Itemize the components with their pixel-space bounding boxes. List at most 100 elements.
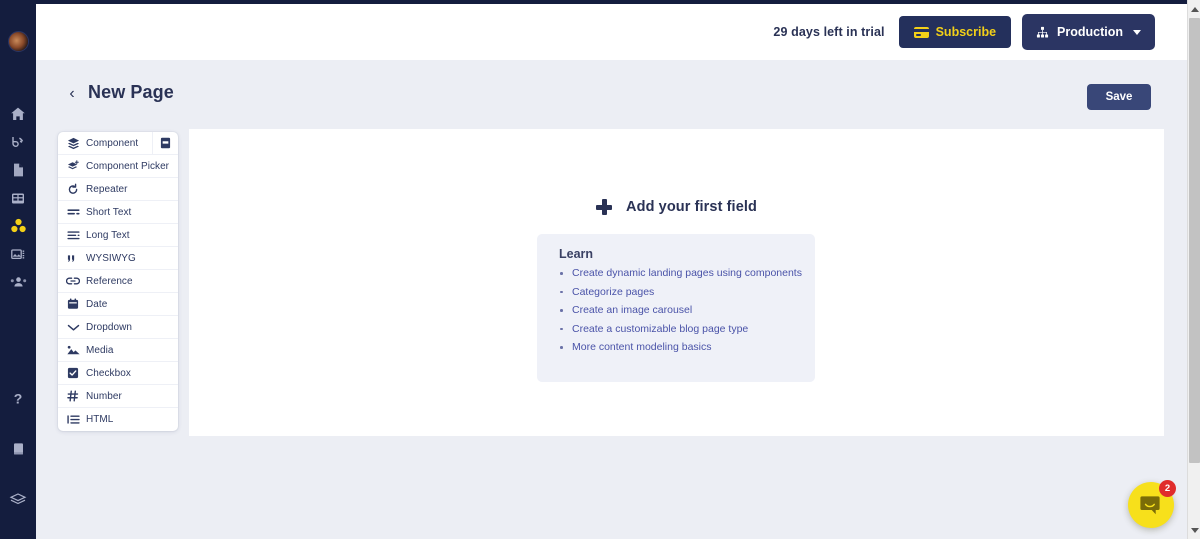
sidebar-item-pages[interactable]	[0, 156, 36, 184]
sidebar-item-home[interactable]	[0, 100, 36, 128]
chevron-down-icon	[66, 320, 80, 334]
sidebar-item-blog[interactable]	[0, 128, 36, 156]
field-type-label: Component Picker	[86, 160, 170, 172]
left-nav-rail: ?	[0, 0, 36, 539]
calendar-icon	[66, 297, 80, 311]
field-type-label: Long Text	[86, 229, 130, 241]
image-icon	[66, 343, 80, 357]
learn-link-list: Create dynamic landing pages using compo…	[559, 267, 815, 354]
list-item: More content modeling basics	[559, 341, 815, 354]
field-type-list: Component Component Picker Repeater Shor…	[58, 132, 178, 431]
scroll-down-button[interactable]	[1188, 523, 1200, 537]
list-item: Create an image carousel	[559, 304, 815, 317]
sidebar-item-media[interactable]	[0, 240, 36, 268]
field-type-date[interactable]: Date	[58, 293, 178, 316]
checkbox-icon	[66, 366, 80, 380]
field-editor-panel: Add your first field Learn Create dynami…	[189, 129, 1164, 436]
list-icon	[66, 413, 80, 427]
long-text-icon	[66, 228, 80, 242]
learn-link[interactable]: Create an image carousel	[572, 304, 692, 316]
chat-bubble-icon	[1140, 495, 1160, 514]
stack-icon	[9, 493, 27, 505]
add-first-field-button[interactable]: Add your first field	[189, 199, 1164, 215]
list-item: Categorize pages	[559, 286, 815, 299]
svg-text:?: ?	[14, 391, 23, 407]
learn-link[interactable]: Create a customizable blog page type	[572, 323, 748, 335]
field-type-number[interactable]: Number	[58, 385, 178, 408]
learn-link[interactable]: More content modeling basics	[572, 341, 712, 353]
chevron-down-icon	[1133, 29, 1141, 35]
field-type-label: Reference	[86, 275, 133, 287]
field-type-component-picker[interactable]: Component Picker	[58, 155, 178, 178]
list-item: Create a customizable blog page type	[559, 323, 815, 336]
field-type-reference[interactable]: Reference	[58, 270, 178, 293]
field-type-wysiwyg[interactable]: WYSIWYG	[58, 247, 178, 270]
field-type-label: WYSIWYG	[86, 252, 136, 264]
link-icon	[66, 274, 80, 288]
list-item: Create dynamic landing pages using compo…	[559, 267, 815, 280]
refresh-icon	[66, 182, 80, 196]
chat-unread-badge: 2	[1159, 480, 1176, 497]
component-library-button[interactable]	[152, 132, 178, 154]
hash-icon	[66, 389, 80, 403]
credit-card-icon	[913, 26, 929, 38]
learn-link[interactable]: Categorize pages	[572, 286, 654, 298]
plus-icon	[596, 199, 613, 215]
field-type-long-text[interactable]: Long Text	[58, 224, 178, 247]
sidebar-item-book[interactable]	[0, 435, 36, 463]
field-type-dropdown[interactable]: Dropdown	[58, 316, 178, 339]
field-type-label: Dropdown	[86, 321, 132, 333]
field-type-repeater[interactable]: Repeater	[58, 178, 178, 201]
field-type-short-text[interactable]: Short Text	[58, 201, 178, 224]
field-type-label: Repeater	[86, 183, 128, 195]
field-type-component[interactable]: Component	[58, 132, 178, 155]
top-header-bar: 29 days left in trial Subscribe Producti…	[36, 4, 1187, 60]
help-icon: ?	[14, 391, 23, 407]
scrollbar-thumb[interactable]	[1189, 18, 1200, 463]
sitemap-icon	[1036, 26, 1049, 38]
subscribe-button-label: Subscribe	[935, 25, 997, 39]
back-button[interactable]: ‹	[64, 83, 80, 105]
components-icon	[10, 218, 26, 233]
field-type-html[interactable]: HTML	[58, 408, 178, 431]
trial-status-text: 29 days left in trial	[773, 25, 885, 39]
field-type-label: Date	[86, 298, 108, 310]
field-type-media[interactable]: Media	[58, 339, 178, 362]
learn-title: Learn	[559, 247, 594, 261]
field-type-checkbox[interactable]: Checkbox	[58, 362, 178, 385]
chevron-up-icon	[1190, 6, 1199, 12]
scroll-up-button[interactable]	[1188, 2, 1200, 16]
field-type-label: Number	[86, 390, 122, 402]
sidebar-item-audience[interactable]	[0, 268, 36, 296]
book-icon	[13, 443, 23, 455]
book-icon	[160, 137, 171, 149]
layers-plus-icon	[66, 159, 80, 173]
environment-label: Production	[1057, 25, 1123, 39]
sidebar-item-components[interactable]	[0, 212, 36, 240]
chat-launcher-button[interactable]: 2	[1128, 480, 1176, 528]
sidebar-item-help[interactable]: ?	[0, 385, 36, 413]
subscribe-button[interactable]: Subscribe	[898, 16, 1012, 48]
page-icon	[13, 163, 23, 177]
media-icon	[11, 248, 25, 259]
learn-link[interactable]: Create dynamic landing pages using compo…	[572, 267, 802, 279]
field-type-label: Media	[86, 344, 114, 356]
add-first-field-label: Add your first field	[626, 199, 757, 215]
save-button[interactable]: Save	[1087, 84, 1151, 110]
sidebar-item-tables[interactable]	[0, 184, 36, 212]
audience-icon	[10, 277, 26, 287]
sidebar-item-stack[interactable]	[0, 485, 36, 513]
table-icon	[12, 193, 24, 203]
short-text-icon	[66, 205, 80, 219]
page-title: New Page	[88, 82, 174, 102]
avatar[interactable]	[7, 31, 29, 52]
field-type-label: HTML	[86, 414, 114, 425]
blog-icon	[12, 137, 24, 148]
page-scrollbar[interactable]	[1187, 0, 1200, 539]
field-type-label: Component	[86, 137, 139, 149]
page-header-row: ‹ New Page Save	[36, 74, 1187, 122]
field-type-label: Short Text	[86, 206, 132, 218]
home-icon	[11, 107, 25, 120]
environment-selector[interactable]: Production	[1022, 14, 1155, 50]
app-root: ? 29 days left in trial Subscribe Produc…	[0, 0, 1200, 539]
